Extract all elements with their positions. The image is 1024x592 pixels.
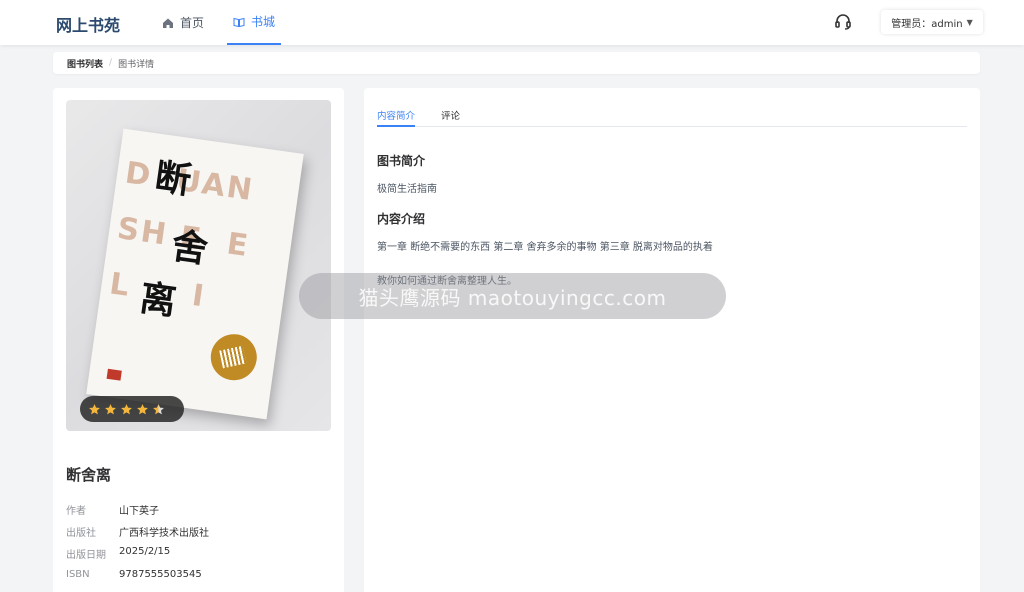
content-text-chapters: 第一章 断绝不需要的东西 第二章 舍弃多余的事物 第三章 脱离对物品的执着 [377, 242, 713, 253]
cover-char-3: 离 [137, 277, 179, 324]
watermark: 猫头鹰源码 maotouyingcc.com [299, 273, 726, 319]
star-icon [121, 403, 132, 414]
content-heading: 内容介绍 [377, 212, 426, 226]
tab-comments[interactable]: 评论 [441, 102, 460, 127]
nav-home-label: 首页 [180, 16, 205, 30]
publisher-mark [106, 368, 122, 381]
info-author: 作者 山下英子 [66, 502, 159, 517]
nav-bookstore-label: 书城 [250, 15, 275, 29]
cover-char-2: 舍 [168, 225, 211, 272]
cover-emblem [207, 331, 260, 384]
caret-down-icon: ▼ [966, 17, 973, 27]
star-icon [105, 403, 116, 414]
book-detail-card: 内容简介 评论 图书简介 极简生活指南 内容介绍 第一章 断绝不需要的东西 第二… [364, 88, 980, 592]
breadcrumb: 图书列表 / 图书详情 [53, 52, 980, 74]
nav-bookstore[interactable]: 书城 [227, 0, 281, 45]
intro-text: 极简生活指南 [377, 184, 437, 195]
star-icon [153, 403, 164, 414]
book-cover-art: D UAN SH E EL I 断 舍 离 [86, 128, 304, 420]
breadcrumb-separator: / [109, 58, 113, 68]
admin-label: 管理员：admin [891, 18, 963, 30]
cover-char-1: 断 [152, 156, 194, 203]
info-publisher: 出版社 广西科学技术出版社 [66, 524, 209, 539]
tab-intro[interactable]: 内容简介 [377, 102, 416, 127]
nav-home[interactable]: 首页 [162, 0, 204, 45]
site-logo[interactable]: 网上书苑 [56, 12, 120, 36]
info-value: 广西科学技术出版社 [119, 528, 209, 539]
info-label: 作者 [66, 506, 86, 517]
info-label: 出版社 [66, 528, 96, 539]
info-value: 2025/2/15 [119, 546, 171, 557]
book-title: 断舍离 [66, 466, 112, 484]
star-icon [89, 403, 100, 414]
home-icon [163, 18, 173, 28]
book-info-card: D UAN SH E EL I 断 舍 离 断舍离 作者 山下英子 出版社 广西科… [53, 88, 344, 592]
top-header: 网上书苑 首页 书城 管理员：admin ▼ [0, 0, 1024, 45]
book-open-icon [233, 17, 245, 27]
info-value: 9787555503545 [119, 569, 202, 580]
intro-heading: 图书简介 [377, 154, 426, 168]
info-isbn: ISBN 9787555503545 [66, 569, 202, 580]
star-icon [137, 403, 148, 414]
breadcrumb-book-list[interactable]: 图书列表 [67, 57, 103, 70]
info-publish-date: 出版日期 2025/2/15 [66, 546, 170, 561]
detail-tabs: 内容简介 评论 [377, 102, 967, 127]
info-label: ISBN [66, 569, 90, 580]
headset-icon[interactable] [834, 13, 852, 31]
info-value: 山下英子 [119, 506, 159, 517]
info-label: 出版日期 [66, 550, 106, 561]
rating-stars [80, 396, 184, 422]
breadcrumb-book-detail: 图书详情 [118, 59, 155, 70]
admin-dropdown[interactable]: 管理员：admin ▼ [881, 10, 983, 34]
book-cover-image: D UAN SH E EL I 断 舍 离 [66, 100, 331, 431]
